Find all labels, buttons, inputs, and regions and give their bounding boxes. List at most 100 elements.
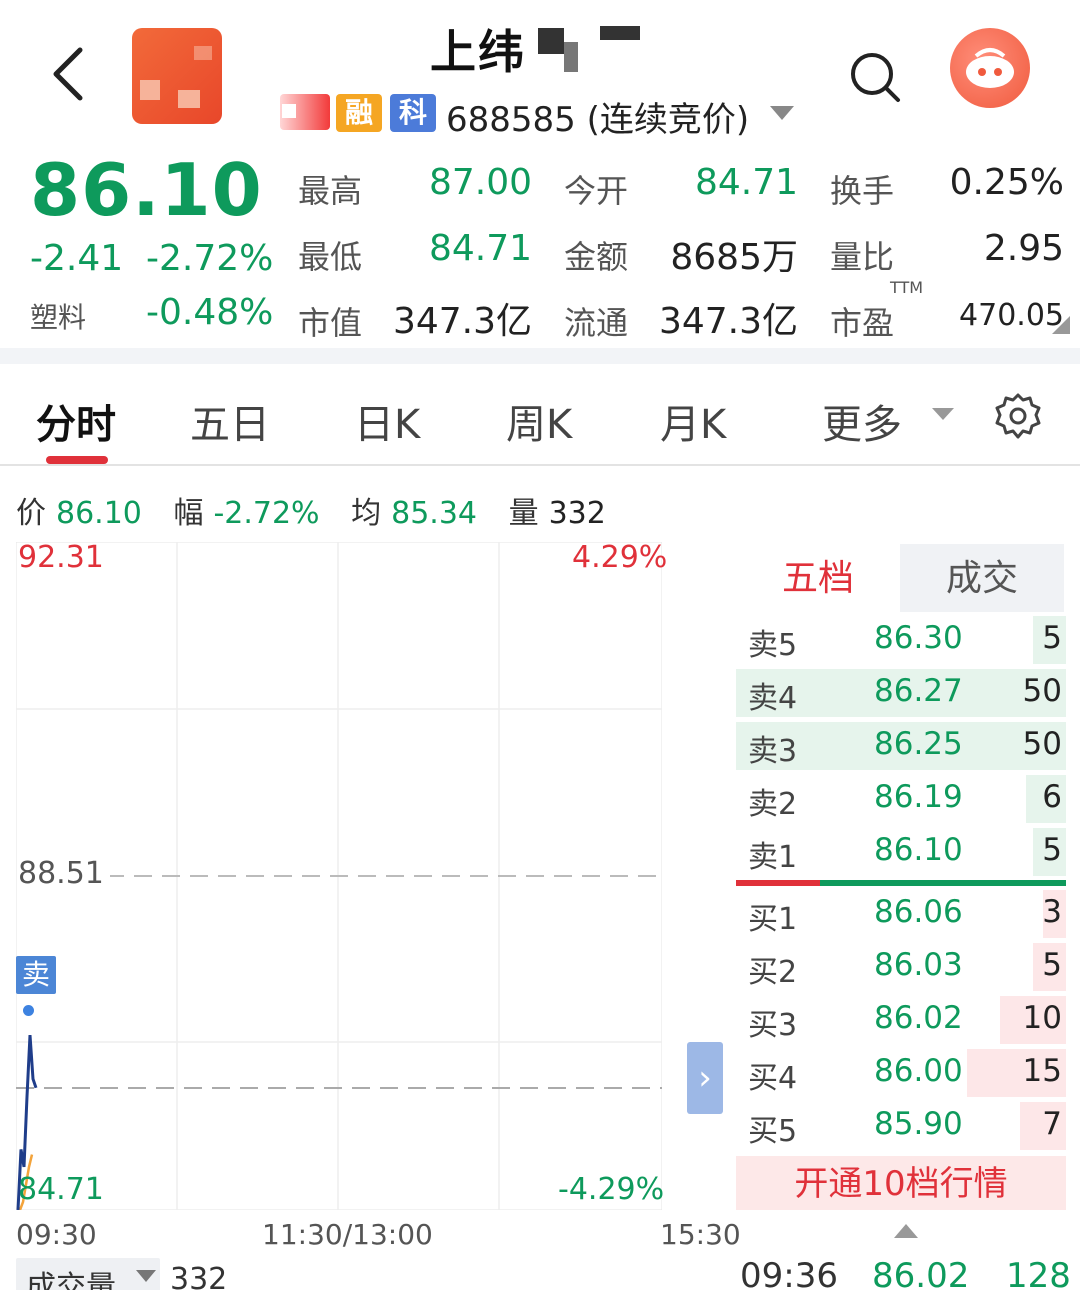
ask-strength-bar — [820, 880, 1066, 886]
level-label: 买3 — [748, 1008, 798, 1043]
vol-label: 量 — [508, 496, 539, 531]
level-label: 买1 — [748, 902, 798, 937]
header: 上纬 融 科 688585 (连续竞价) — [0, 0, 1080, 145]
amount-label: 金额 — [564, 238, 629, 276]
tab-five-day[interactable]: 五日 — [190, 392, 270, 450]
level-volume: 3 — [1042, 894, 1062, 930]
pct-axis-top-label: 4.29% — [572, 540, 668, 575]
tab-five-levels[interactable]: 五档 — [736, 544, 900, 612]
open-value: 84.71 — [694, 162, 798, 203]
time-label-midday: 11:30/13:00 — [262, 1218, 433, 1251]
sector-change-pct: -0.48% — [146, 292, 274, 333]
indicator-selector-label: 成交量 — [26, 1270, 116, 1290]
level-price: 86.03 — [874, 947, 963, 983]
robot-icon — [966, 48, 1014, 88]
level-volume: 15 — [1022, 1053, 1062, 1089]
price-label: 价 — [16, 496, 46, 531]
sector-name[interactable]: 塑料 — [30, 296, 86, 336]
level-label: 买2 — [748, 955, 798, 990]
indicator-selector[interactable]: 成交量 — [16, 1258, 160, 1290]
intraday-chart[interactable] — [16, 542, 662, 1210]
margin-trading-badge: 融 — [336, 94, 382, 132]
pe-label: 市盈 — [830, 304, 895, 342]
level-label: 买5 — [748, 1114, 798, 1149]
last-trade-time: 09:36 — [740, 1256, 838, 1290]
gear-icon[interactable] — [994, 392, 1042, 440]
tab-more[interactable]: 更多 — [822, 392, 902, 450]
sell-marker[interactable]: 卖 — [16, 956, 56, 994]
level-volume: 6 — [1042, 779, 1062, 815]
level-volume: 5 — [1042, 947, 1062, 983]
expand-corner-icon[interactable] — [1052, 316, 1070, 334]
level-volume: 7 — [1042, 1106, 1062, 1142]
section-divider — [0, 348, 1080, 364]
tab-intraday[interactable]: 分时 — [36, 392, 116, 450]
market-tag-icon — [280, 94, 330, 130]
chevron-down-icon[interactable] — [770, 106, 794, 120]
price-change: -2.41 — [30, 238, 124, 279]
ask-row[interactable]: 卖2 86.19 6 — [736, 773, 1066, 825]
low-label: 最低 — [298, 238, 363, 276]
volume-indicator-value: 332 — [170, 1262, 228, 1290]
search-icon[interactable] — [848, 50, 902, 104]
open-label: 今开 — [564, 172, 629, 210]
tab-daily-k[interactable]: 日K — [354, 392, 420, 450]
level-label: 卖1 — [748, 840, 798, 875]
back-arrow-icon[interactable] — [44, 44, 94, 104]
bid-row[interactable]: 买5 85.90 7 — [736, 1100, 1066, 1152]
low-value: 84.71 — [428, 228, 532, 269]
ask-row[interactable]: 卖3 86.25 50 — [736, 720, 1066, 772]
chart-info-line: 价 86.10 幅 -2.72% 均 85.34 量 332 — [16, 488, 628, 532]
tab-monthly-k[interactable]: 月K — [660, 392, 726, 450]
level-volume: 10 — [1022, 1000, 1062, 1036]
star-market-badge: 科 — [390, 94, 436, 132]
price-change-pct: -2.72% — [146, 238, 274, 279]
stock-name-redacted — [538, 22, 648, 74]
level-price: 86.02 — [874, 1000, 963, 1036]
high-label: 最高 — [298, 172, 363, 210]
vol-value: 332 — [548, 496, 606, 531]
range-label: 幅 — [173, 496, 204, 531]
level-label: 买4 — [748, 1061, 798, 1096]
expand-order-book-button[interactable]: › — [687, 1042, 723, 1114]
time-label-close: 15:30 — [660, 1218, 741, 1251]
tabs-divider — [0, 464, 1080, 466]
amount-value: 8685万 — [670, 237, 798, 278]
ask-row[interactable]: 卖1 86.10 5 — [736, 826, 1066, 878]
chevron-up-icon[interactable] — [894, 1224, 918, 1238]
bid-row[interactable]: 买4 86.00 15 — [736, 1047, 1066, 1099]
current-price: 86.10 — [30, 148, 263, 232]
last-trade-volume: 128 — [1006, 1256, 1071, 1290]
ask-row[interactable]: 卖5 86.30 5 — [736, 614, 1066, 666]
avg-value: 85.34 — [391, 496, 478, 531]
chevron-down-icon — [136, 1270, 156, 1282]
volume-ratio-value: 2.95 — [983, 228, 1064, 269]
level-volume: 5 — [1042, 832, 1062, 868]
stock-logo — [132, 28, 222, 124]
stock-code-status: 688585 (连续竞价) — [446, 100, 750, 140]
bid-row[interactable]: 买3 86.02 10 — [736, 994, 1066, 1046]
level-price: 86.30 — [874, 620, 963, 656]
level-label: 卖3 — [748, 734, 798, 769]
tab-trades[interactable]: 成交 — [900, 544, 1064, 612]
tab-weekly-k[interactable]: 周K — [506, 392, 572, 450]
y-axis-bottom-label: 84.71 — [18, 1172, 104, 1207]
level-price: 86.00 — [874, 1053, 963, 1089]
y-axis-mid-label: 88.51 — [18, 856, 110, 891]
level-price: 86.10 — [874, 832, 963, 868]
price-value: 86.10 — [56, 496, 142, 531]
bid-row[interactable]: 买1 86.06 3 — [736, 888, 1066, 940]
open-10-level-button[interactable]: 开通10档行情 — [736, 1156, 1066, 1210]
bid-row[interactable]: 买2 86.03 5 — [736, 941, 1066, 993]
avg-label: 均 — [351, 496, 382, 531]
y-axis-top-label: 92.31 — [18, 540, 104, 575]
assistant-avatar[interactable] — [950, 28, 1030, 108]
level-price: 85.90 — [874, 1106, 963, 1142]
float-cap-value: 347.3亿 — [658, 301, 798, 342]
level-label: 卖4 — [748, 681, 798, 716]
market-cap-label: 市值 — [298, 304, 363, 342]
ask-row[interactable]: 卖4 86.27 50 — [736, 667, 1066, 719]
chevron-down-icon[interactable] — [932, 408, 954, 420]
level-label: 卖5 — [748, 628, 798, 663]
level-price: 86.06 — [874, 894, 963, 930]
